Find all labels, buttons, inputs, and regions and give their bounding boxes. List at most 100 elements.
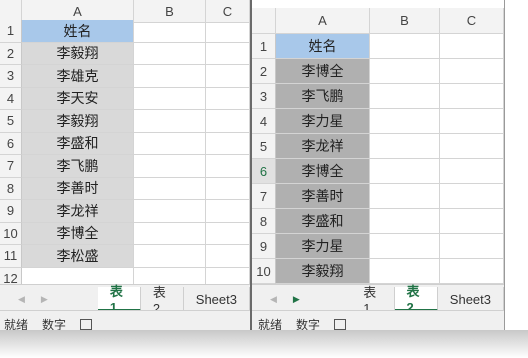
left-cell-name[interactable]: 李毅翔 — [22, 110, 134, 133]
right-cell-name[interactable]: 李力星 — [276, 109, 370, 134]
right-row-header[interactable]: 8 — [252, 209, 276, 234]
left-row-header[interactable]: 9 — [0, 200, 22, 223]
right-cell-name[interactable]: 李飞鹏 — [276, 84, 370, 109]
left-row-header[interactable]: 3 — [0, 65, 22, 88]
left-cell-empty[interactable] — [134, 132, 206, 155]
left-cell-name[interactable]: 李龙祥 — [22, 200, 134, 223]
next-sheet-icon[interactable]: ▶ — [41, 294, 48, 305]
right-cell-empty[interactable] — [440, 59, 504, 84]
left-cell-name[interactable]: 李博全 — [22, 222, 134, 245]
left-cell-empty[interactable] — [134, 245, 206, 268]
right-cell-empty[interactable] — [440, 134, 504, 159]
left-cell-empty[interactable] — [134, 155, 206, 178]
right-row-header[interactable]: 1 — [252, 34, 276, 59]
right-cell-name[interactable]: 李博全 — [276, 159, 370, 184]
right-cell-empty[interactable] — [370, 234, 440, 259]
prev-sheet-icon[interactable]: ◀ — [18, 294, 25, 305]
right-row-header[interactable]: 5 — [252, 134, 276, 159]
left-cell-empty[interactable] — [134, 110, 206, 133]
right-cell-empty[interactable] — [440, 259, 504, 284]
right-cell-name[interactable]: 李力星 — [276, 234, 370, 259]
right-row-header[interactable]: 4 — [252, 109, 276, 134]
left-cell-empty[interactable] — [134, 200, 206, 223]
left-row-header[interactable]: 4 — [0, 87, 22, 110]
right-cell-empty[interactable] — [440, 109, 504, 134]
right-cell-name[interactable]: 李龙祥 — [276, 134, 370, 159]
left-row-header[interactable]: 6 — [0, 132, 22, 155]
right-cell-name[interactable]: 李毅翔 — [276, 259, 370, 284]
left-cell-name[interactable]: 李飞鹏 — [22, 155, 134, 178]
right-cell-empty[interactable] — [440, 159, 504, 184]
left-cell-empty[interactable] — [206, 222, 250, 245]
left-cell-empty[interactable] — [134, 177, 206, 200]
next-sheet-icon[interactable]: ▶ — [293, 294, 300, 305]
left-cell-name[interactable]: 李天安 — [22, 87, 134, 110]
left-cell-empty[interactable] — [206, 42, 250, 65]
right-row-header[interactable]: 10 — [252, 259, 276, 284]
right-cell-empty[interactable] — [370, 209, 440, 234]
left-cell-name[interactable]: 李松盛 — [22, 245, 134, 268]
left-cell-empty[interactable] — [206, 200, 250, 223]
right-cell-empty[interactable] — [440, 84, 504, 109]
right-cell-empty[interactable] — [440, 209, 504, 234]
right-cell-empty[interactable] — [370, 34, 440, 59]
left-cell-empty[interactable] — [134, 20, 206, 43]
left-tab-sheet1[interactable]: 表1 — [97, 284, 141, 315]
left-tab-sheet3[interactable]: Sheet3 — [184, 287, 250, 311]
right-cell-empty[interactable] — [370, 134, 440, 159]
left-cell-empty[interactable] — [134, 87, 206, 110]
left-tab-sheet2[interactable]: 表2 — [141, 285, 184, 316]
right-col-header-a[interactable]: A — [276, 8, 370, 34]
left-row-header[interactable]: 5 — [0, 110, 22, 133]
left-cell-name[interactable]: 李雄克 — [22, 65, 134, 88]
left-cell-empty[interactable] — [206, 110, 250, 133]
left-cell-empty[interactable] — [206, 87, 250, 110]
left-row-header[interactable]: 8 — [0, 177, 22, 200]
right-cell-name[interactable]: 李善时 — [276, 184, 370, 209]
right-cell-empty[interactable] — [370, 259, 440, 284]
left-row-header[interactable]: 10 — [0, 222, 22, 245]
right-col-header-b[interactable]: B — [370, 8, 440, 34]
right-row-header[interactable]: 9 — [252, 234, 276, 259]
left-cell-empty[interactable] — [206, 177, 250, 200]
left-cell-empty[interactable] — [206, 65, 250, 88]
left-row-header[interactable]: 1 — [0, 20, 22, 43]
right-row-header[interactable]: 6 — [252, 159, 276, 184]
left-cell-empty[interactable] — [134, 222, 206, 245]
left-row-header[interactable]: 2 — [0, 42, 22, 65]
macro-record-icon[interactable] — [80, 318, 93, 330]
right-row-header[interactable]: 3 — [252, 84, 276, 109]
right-select-all-corner[interactable] — [252, 8, 276, 34]
right-cell-empty[interactable] — [370, 84, 440, 109]
left-cell-empty[interactable] — [206, 132, 250, 155]
right-cell-empty[interactable] — [370, 184, 440, 209]
right-tab-sheet2[interactable]: 表2 — [394, 284, 438, 315]
right-cell-name[interactable]: 李盛和 — [276, 209, 370, 234]
right-col-header-c[interactable]: C — [440, 8, 504, 34]
right-cell-empty[interactable] — [440, 234, 504, 259]
right-cell-empty[interactable] — [370, 109, 440, 134]
right-cell-name[interactable]: 李博全 — [276, 59, 370, 84]
right-row-header[interactable]: 2 — [252, 59, 276, 84]
right-cell-empty[interactable] — [370, 59, 440, 84]
left-cell-name[interactable]: 李毅翔 — [22, 42, 134, 65]
prev-sheet-icon[interactable]: ◀ — [270, 294, 277, 305]
left-cell-empty[interactable] — [206, 20, 250, 43]
left-cell-name[interactable]: 李善时 — [22, 177, 134, 200]
left-cell-empty[interactable] — [134, 42, 206, 65]
right-tab-sheet1[interactable]: 表1 — [351, 285, 395, 316]
right-tab-sheet3[interactable]: Sheet3 — [438, 287, 504, 311]
left-cell-header-name[interactable]: 姓名 — [22, 20, 134, 43]
left-row-header[interactable]: 11 — [0, 245, 22, 268]
right-cell-header-name[interactable]: 姓名 — [276, 34, 370, 59]
right-row-header[interactable]: 7 — [252, 184, 276, 209]
right-cell-empty[interactable] — [370, 159, 440, 184]
left-row-header[interactable]: 7 — [0, 155, 22, 178]
macro-record-icon[interactable] — [334, 318, 347, 330]
right-cell-empty[interactable] — [440, 34, 504, 59]
left-cell-name[interactable]: 李盛和 — [22, 132, 134, 155]
left-cell-empty[interactable] — [134, 65, 206, 88]
left-cell-empty[interactable] — [206, 245, 250, 268]
right-cell-empty[interactable] — [440, 184, 504, 209]
left-cell-empty[interactable] — [206, 155, 250, 178]
